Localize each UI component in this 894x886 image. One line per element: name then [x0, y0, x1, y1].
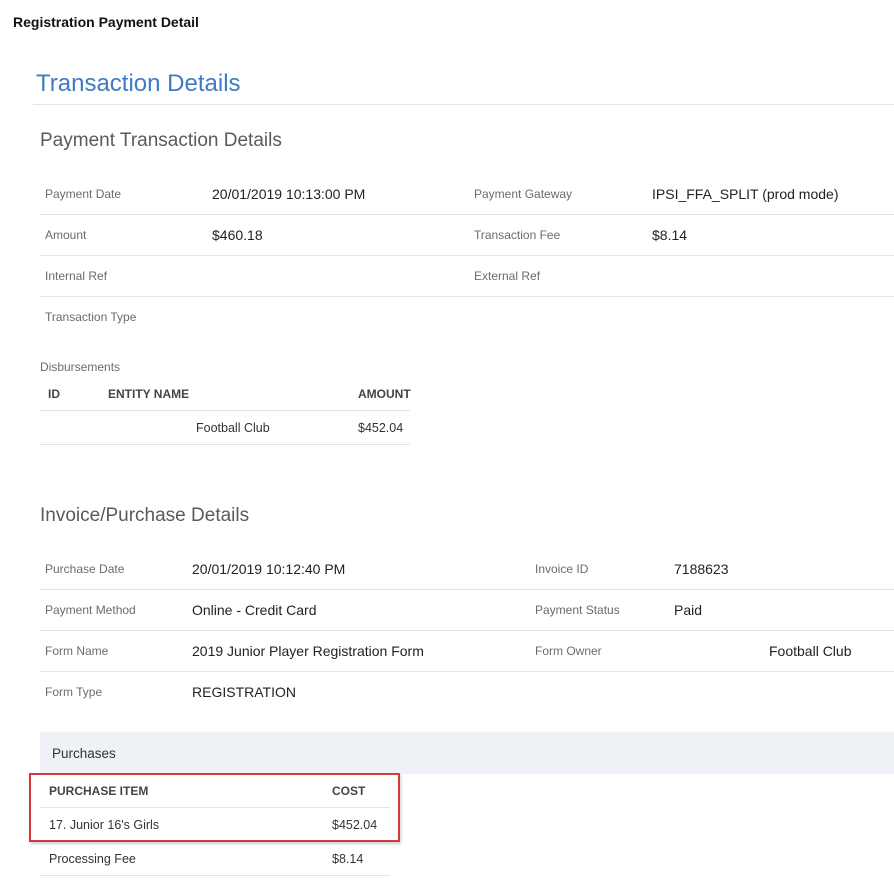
row-divider: [40, 671, 894, 672]
invoice-id-label: Invoice ID: [535, 562, 589, 576]
form-name-label: Form Name: [45, 644, 109, 658]
row-divider: [40, 214, 894, 215]
payment-method-value: Online - Credit Card: [192, 602, 317, 618]
transaction-fee-value: $8.14: [652, 227, 688, 243]
transaction-type-label: Transaction Type: [45, 310, 137, 324]
row-divider: [40, 589, 894, 590]
purchase-date-value: 20/01/2019 10:12:40 PM: [192, 561, 346, 577]
payment-status-value: Paid: [674, 602, 703, 618]
purchase-item-name: Processing Fee: [49, 852, 136, 866]
payment-status-label: Payment Status: [535, 603, 620, 617]
row-divider: [40, 875, 390, 876]
page-title: Transaction Details: [36, 70, 241, 97]
purchase-item-cost: $8.14: [332, 852, 364, 866]
row-divider: [40, 444, 410, 445]
payment-gateway-value: IPSI_FFA_SPLIT (prod mode): [652, 186, 839, 202]
highlight-annotation-box: [29, 773, 400, 842]
disbursements-label: Disbursements: [40, 360, 121, 374]
payment-method-label: Payment Method: [45, 603, 136, 617]
amount-label: Amount: [45, 228, 87, 242]
row-divider: [40, 410, 410, 411]
external-ref-label: External Ref: [474, 269, 541, 283]
row-divider: [40, 255, 894, 256]
form-owner-value: Football Club: [769, 643, 852, 659]
row-divider: [40, 630, 894, 631]
form-owner-label: Form Owner: [535, 644, 602, 658]
form-type-label: Form Type: [45, 685, 103, 699]
payment-date-label: Payment Date: [45, 187, 122, 201]
title-divider: [33, 104, 894, 105]
transaction-fee-label: Transaction Fee: [474, 228, 561, 242]
disbursement-header-amount: AMOUNT: [358, 387, 411, 401]
disbursement-entity-name: Football Club: [196, 421, 270, 435]
disbursement-amount: $452.04: [358, 421, 404, 435]
payment-section-title: Payment Transaction Details: [40, 130, 282, 151]
invoice-id-value: 7188623: [674, 561, 729, 577]
form-type-value: REGISTRATION: [192, 684, 296, 700]
payment-date-value: 20/01/2019 10:13:00 PM: [212, 186, 366, 202]
purchase-date-label: Purchase Date: [45, 562, 125, 576]
form-name-value: 2019 Junior Player Registration Form: [192, 643, 424, 659]
payment-gateway-label: Payment Gateway: [474, 187, 573, 201]
internal-ref-label: Internal Ref: [45, 269, 108, 283]
disbursement-header-id: ID: [48, 387, 60, 401]
purchases-panel-header: [40, 732, 894, 774]
disbursement-header-entity-name: ENTITY NAME: [108, 387, 190, 401]
row-divider: [40, 296, 894, 297]
purchases-label: Purchases: [52, 746, 116, 761]
amount-value: $460.18: [212, 227, 263, 243]
invoice-section-title: Invoice/Purchase Details: [40, 505, 250, 526]
window-title: Registration Payment Detail: [13, 14, 199, 30]
